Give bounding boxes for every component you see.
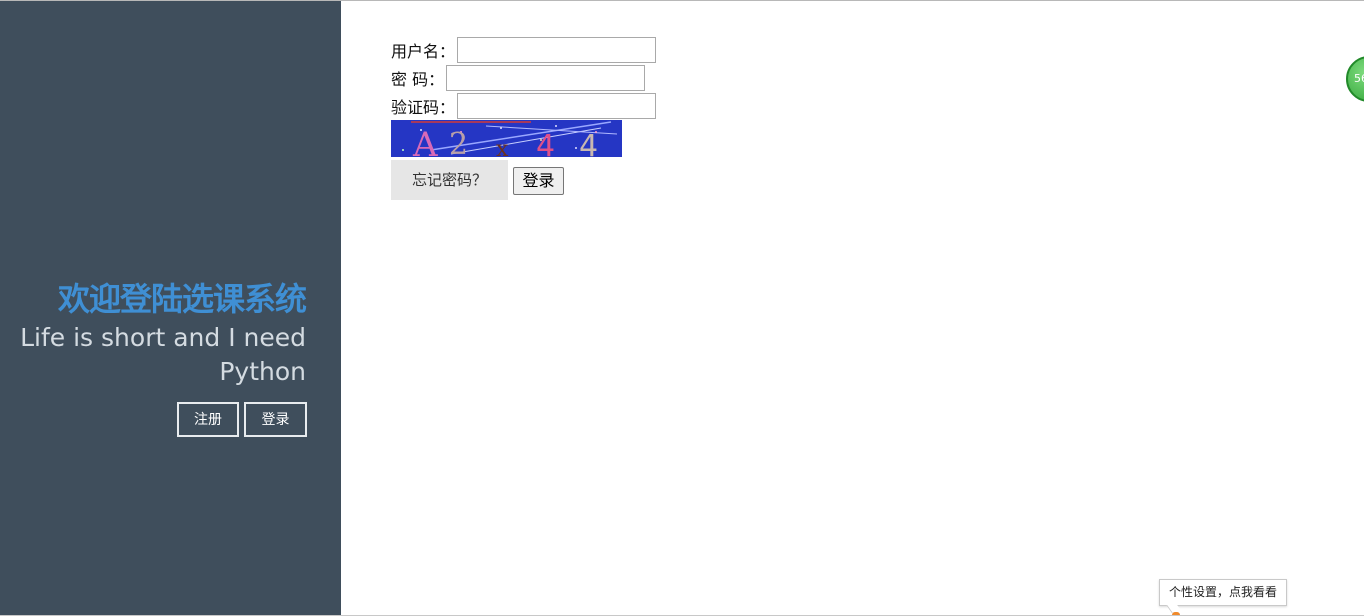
sidebar: 欢迎登陆选课系统 Life is short and I need Python… — [0, 1, 341, 615]
captcha-char: 4 — [579, 129, 598, 157]
captcha-char: 4 — [536, 129, 555, 157]
settings-tooltip[interactable]: 个性设置，点我看看 — [1159, 579, 1288, 606]
login-form-area: 用户名： 密 码： 验证码： A 2 x 4 4 忘记密码？ 登录 — [341, 1, 1364, 615]
password-label: 密 码： — [391, 70, 445, 89]
captcha-row: 验证码： — [391, 92, 657, 120]
welcome-title: 欢迎登陆选课系统 — [57, 280, 307, 318]
captcha-input[interactable] — [457, 93, 657, 119]
captcha-image[interactable]: A 2 x 4 4 — [391, 120, 622, 157]
username-row: 用户名： — [391, 36, 657, 64]
welcome-subtitle: Life is short and I need Python — [20, 323, 306, 386]
page: 欢迎登陆选课系统 Life is short and I need Python… — [0, 0, 1364, 616]
welcome-block: 欢迎登陆选课系统 Life is short and I need Python — [6, 279, 307, 389]
sidebar-buttons: 注册 登录 — [177, 402, 307, 437]
captcha-char: A — [412, 125, 438, 157]
captcha-char: 2 — [449, 127, 468, 157]
register-button[interactable]: 注册 — [177, 402, 239, 437]
password-input[interactable] — [446, 65, 646, 91]
username-label: 用户名： — [391, 42, 456, 61]
captcha-char: x — [496, 137, 509, 157]
captcha-label: 验证码： — [391, 98, 456, 117]
forgot-password-button[interactable]: 忘记密码？ — [391, 160, 508, 200]
sidebar-login-button[interactable]: 登录 — [244, 402, 307, 437]
username-input[interactable] — [457, 37, 657, 63]
login-submit-button[interactable]: 登录 — [513, 167, 564, 195]
password-row: 密 码： — [391, 64, 646, 92]
